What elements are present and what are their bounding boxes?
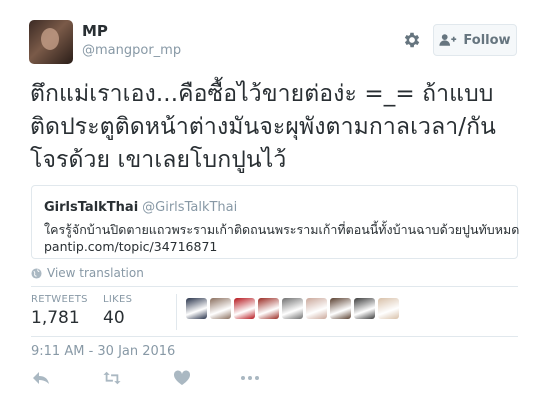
quoted-author-handle: @GirlsTalkThai [142, 200, 238, 215]
liker-avatar[interactable] [234, 298, 255, 319]
quoted-author-name: GirlsTalkThai [44, 200, 139, 215]
quoted-link: pantip.com/topic/34716871 [44, 239, 218, 254]
divider [31, 286, 518, 287]
follow-button[interactable]: Follow [433, 24, 517, 56]
liker-avatar[interactable] [282, 298, 303, 319]
view-translation-link[interactable]: View translation [31, 266, 144, 280]
retweet-button[interactable] [102, 368, 122, 388]
gear-icon[interactable] [402, 30, 422, 50]
divider [31, 336, 518, 337]
reply-button[interactable] [31, 368, 51, 388]
author-handle[interactable]: @mangpor_mp [82, 43, 181, 58]
author-name[interactable]: MP [82, 22, 108, 40]
tweet-line: ติดประตูติดหน้าต่างมันจะผุพังตามกาลเวลา/… [30, 114, 496, 140]
more-icon [241, 376, 259, 380]
view-translation-label: View translation [47, 266, 144, 280]
likes-stat[interactable]: LIKES 40 [103, 294, 132, 328]
author-avatar[interactable] [29, 20, 73, 64]
liker-avatar[interactable] [210, 298, 231, 319]
like-icon [173, 370, 191, 385]
retweets-count: 1,781 [31, 308, 80, 328]
quoted-text: ใครรู้จักบ้านปิดตายแถวพระรามเก้าติดถนนพร… [44, 222, 520, 237]
reply-icon [33, 372, 49, 384]
tweet-line: โจรด้วย เขาเลยโบกปูนไว้ [30, 147, 287, 173]
liker-avatar[interactable] [378, 298, 399, 319]
follow-label: Follow [463, 32, 511, 48]
likes-count: 40 [103, 308, 125, 328]
liker-avatar[interactable] [354, 298, 375, 319]
retweets-stat[interactable]: RETWEETS 1,781 [31, 294, 88, 328]
like-button[interactable] [172, 368, 192, 388]
quoted-tweet[interactable]: GirlsTalkThai @GirlsTalkThai ใครรู้จักบ้า… [31, 185, 520, 259]
timestamp[interactable]: 9:11 AM - 30 Jan 2016 [31, 344, 175, 359]
liker-avatar[interactable] [306, 298, 327, 319]
globe-icon [31, 267, 42, 279]
tweet-text: ตึกแม่เราเอง...คือซื้อไว้ขายต่อง่ะ =_= ถ… [30, 78, 530, 177]
liker-avatar[interactable] [330, 298, 351, 319]
follow-person-icon [439, 34, 457, 46]
liker-avatars [186, 298, 399, 319]
liker-avatar[interactable] [186, 298, 207, 319]
retweet-icon [103, 371, 121, 385]
likes-label: LIKES [103, 294, 133, 305]
stats-separator [176, 294, 177, 330]
more-button[interactable] [240, 368, 260, 388]
retweets-label: RETWEETS [31, 294, 88, 305]
tweet-line: ตึกแม่เราเอง...คือซื้อไว้ขายต่อง่ะ =_= ถ… [30, 81, 494, 107]
liker-avatar[interactable] [258, 298, 279, 319]
